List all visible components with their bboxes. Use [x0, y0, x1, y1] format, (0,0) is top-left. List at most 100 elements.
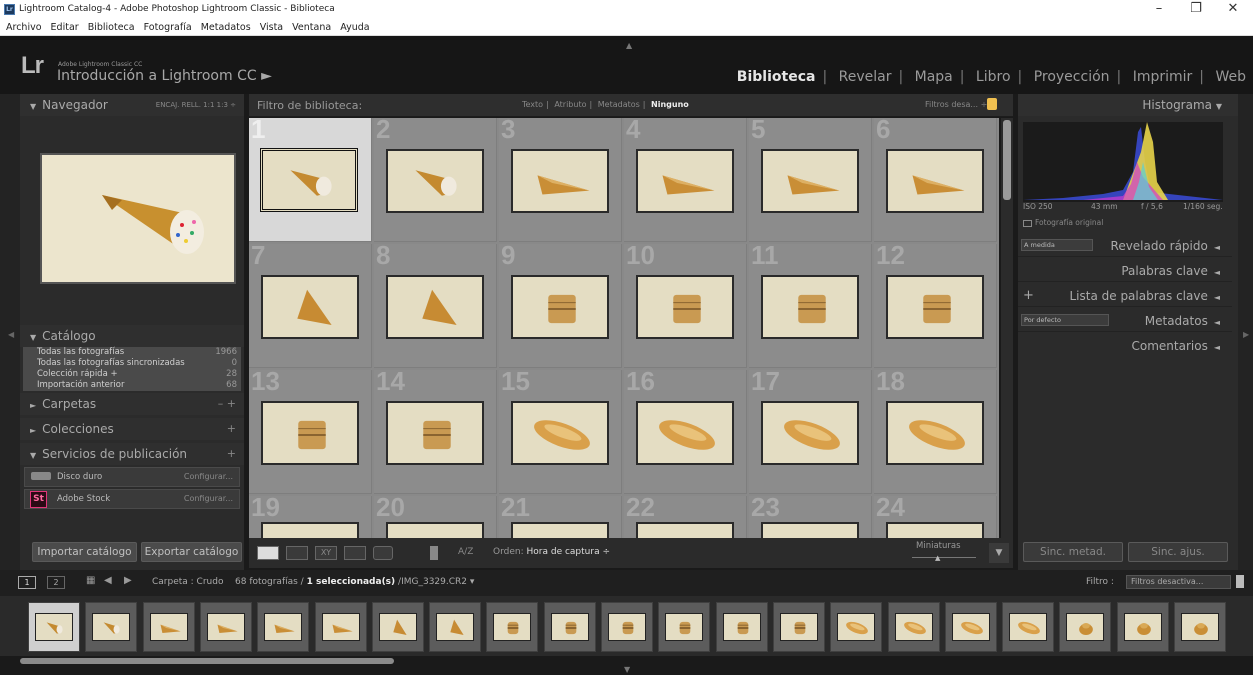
- photo-thumbnail[interactable]: [511, 522, 609, 538]
- menu-metadatos[interactable]: Metadatos: [201, 20, 251, 35]
- survey-view-icon[interactable]: [344, 546, 366, 560]
- navigator-header[interactable]: ▼ Navegador ENCAJ. RELL. 1:1 1:3 ÷: [20, 94, 244, 116]
- filter-lock-icon[interactable]: [1236, 575, 1244, 588]
- thumbnail-size-slider[interactable]: [912, 557, 976, 558]
- export-catalog-button[interactable]: Exportar catálogo: [141, 542, 242, 562]
- grid-cell[interactable]: 1: [249, 118, 372, 242]
- collections-header[interactable]: ► Colecciones +: [20, 418, 244, 440]
- original-photo-toggle[interactable]: Fotografía original: [1023, 218, 1103, 227]
- photo-thumbnail[interactable]: [386, 401, 484, 465]
- photo-thumbnail[interactable]: [260, 148, 358, 212]
- filmstrip-thumbnail[interactable]: [543, 602, 596, 652]
- scrollbar-thumb[interactable]: [20, 658, 394, 664]
- loupe-view-icon[interactable]: [286, 546, 308, 560]
- module-proyeccion[interactable]: Proyección: [1034, 69, 1110, 85]
- identity-plate[interactable]: Introducción a Lightroom CC ►: [57, 68, 272, 84]
- filter-tab-texto[interactable]: Texto: [522, 100, 543, 109]
- selected-filename[interactable]: /IMG_3329.CR2 ▾: [398, 577, 474, 587]
- module-biblioteca[interactable]: Biblioteca: [737, 69, 816, 85]
- compare-view-icon[interactable]: XY: [315, 546, 337, 560]
- grid-cell[interactable]: 8: [374, 244, 497, 368]
- main-window-button[interactable]: 1: [18, 576, 36, 589]
- grid-cell[interactable]: 14: [374, 370, 497, 494]
- filter-tab-ninguno[interactable]: Ninguno: [651, 100, 689, 109]
- metadata-header[interactable]: Por defecto Metadatos ◄: [1018, 310, 1232, 332]
- quick-develop-header[interactable]: A medida Revelado rápido ◄: [1018, 235, 1232, 257]
- back-arrow-icon[interactable]: ◀: [104, 575, 112, 586]
- keywording-header[interactable]: Palabras clave ◄: [1018, 260, 1232, 282]
- filmstrip-thumbnail[interactable]: [1116, 602, 1169, 652]
- filmstrip-thumbnail[interactable]: [486, 602, 539, 652]
- filmstrip-thumbnail[interactable]: [944, 602, 997, 652]
- minimize-button[interactable]: –: [1139, 1, 1179, 16]
- photo-thumbnail[interactable]: [886, 522, 984, 538]
- scrollbar-thumb[interactable]: [1003, 120, 1011, 200]
- grid-cell[interactable]: 2: [374, 118, 497, 242]
- filter-tab-metadatos[interactable]: Metadatos: [598, 100, 640, 109]
- filmstrip-thumbnail[interactable]: [830, 602, 883, 652]
- grid-view-icon[interactable]: [257, 546, 279, 560]
- filmstrip-filter-select[interactable]: Filtros desactiva...: [1126, 575, 1231, 589]
- grid-cell[interactable]: 9: [499, 244, 622, 368]
- grid-cell[interactable]: 6: [874, 118, 997, 242]
- photo-thumbnail[interactable]: [886, 401, 984, 465]
- folders-add-remove-button[interactable]: – +: [218, 393, 236, 415]
- histogram-chart[interactable]: [1023, 122, 1223, 202]
- photo-thumbnail[interactable]: [636, 401, 734, 465]
- histogram-header[interactable]: Histograma ▼: [1018, 94, 1238, 116]
- filmstrip-thumbnail[interactable]: [658, 602, 711, 652]
- catalog-header[interactable]: ▼ Catálogo: [20, 325, 244, 347]
- second-window-button[interactable]: 2: [47, 576, 65, 589]
- grid-scrollbar[interactable]: [1001, 118, 1013, 538]
- grid-cell[interactable]: 3: [499, 118, 622, 242]
- filmstrip-thumbnail[interactable]: [1059, 602, 1112, 652]
- photo-thumbnail[interactable]: [761, 275, 859, 339]
- grid-cell[interactable]: 10: [624, 244, 747, 368]
- menu-ayuda[interactable]: Ayuda: [340, 20, 369, 35]
- photo-thumbnail[interactable]: [511, 275, 609, 339]
- photo-thumbnail[interactable]: [261, 401, 359, 465]
- people-view-icon[interactable]: [373, 546, 393, 560]
- menu-archivo[interactable]: Archivo: [6, 20, 42, 35]
- filmstrip-thumbnail[interactable]: [314, 602, 367, 652]
- grid-cell[interactable]: 24: [874, 496, 997, 538]
- folders-header[interactable]: ► Carpetas – +: [20, 393, 244, 415]
- hide-filmstrip-arrow-icon[interactable]: ▼: [624, 665, 630, 674]
- filmstrip-thumbnail[interactable]: [28, 602, 80, 652]
- folder-source[interactable]: Carpeta : Crudo: [152, 577, 223, 587]
- left-panel-toggle[interactable]: ◀: [0, 94, 20, 570]
- lock-icon[interactable]: [987, 98, 997, 110]
- filmstrip-thumbnail[interactable]: [601, 602, 653, 652]
- import-catalog-button[interactable]: Importar catálogo: [32, 542, 137, 562]
- photo-thumbnail[interactable]: [886, 149, 984, 213]
- catalog-item-quick-collection[interactable]: Colección rápida + 28: [23, 369, 241, 380]
- menu-biblioteca[interactable]: Biblioteca: [88, 20, 135, 35]
- photo-thumbnail[interactable]: [636, 149, 734, 213]
- filmstrip-scrollbar[interactable]: ▼: [0, 656, 1253, 675]
- maximize-button[interactable]: ❐: [1176, 1, 1216, 16]
- photo-thumbnail[interactable]: [636, 275, 734, 339]
- sort-direction-icon[interactable]: A/Z: [458, 547, 473, 557]
- grid-cell[interactable]: 7: [249, 244, 372, 368]
- grid-cell[interactable]: 15: [499, 370, 622, 494]
- photo-thumbnail[interactable]: [261, 275, 359, 339]
- publish-service-hard-drive[interactable]: Disco duro Configurar...: [24, 467, 240, 487]
- grid-cell[interactable]: 16: [624, 370, 747, 494]
- photo-thumbnail[interactable]: [761, 149, 859, 213]
- grid-cell[interactable]: 11: [749, 244, 872, 368]
- keyword-list-header[interactable]: + Lista de palabras clave ◄: [1018, 285, 1232, 307]
- grid-cell[interactable]: 20: [374, 496, 497, 538]
- menu-vista[interactable]: Vista: [260, 20, 283, 35]
- publish-services-header[interactable]: ▼ Servicios de publicación +: [20, 443, 244, 465]
- configure-link[interactable]: Configurar...: [184, 468, 233, 486]
- filmstrip-thumbnail[interactable]: [715, 602, 768, 652]
- menu-editar[interactable]: Editar: [51, 20, 79, 35]
- filmstrip-thumbnail[interactable]: [199, 602, 252, 652]
- grid-cell[interactable]: 13: [249, 370, 372, 494]
- module-mapa[interactable]: Mapa: [915, 69, 953, 85]
- grid-cell[interactable]: 22: [624, 496, 747, 538]
- grid-cell[interactable]: 4: [624, 118, 747, 242]
- grid-cell[interactable]: 17: [749, 370, 872, 494]
- add-keyword-button[interactable]: +: [1023, 285, 1034, 307]
- grid-cell[interactable]: 5: [749, 118, 872, 242]
